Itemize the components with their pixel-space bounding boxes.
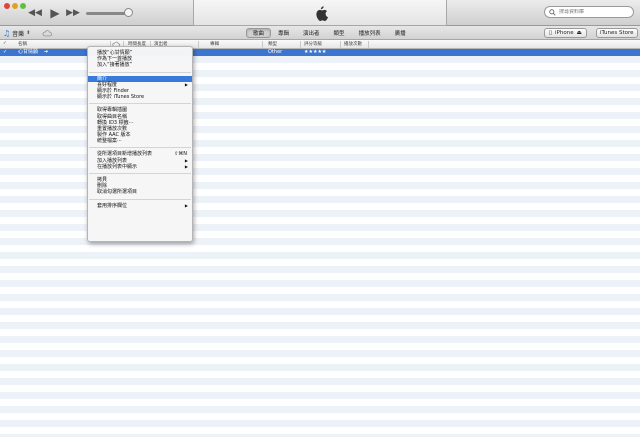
menu-item-label: 取得專輯插圖 [97, 107, 128, 114]
window-zoom-button[interactable] [20, 3, 26, 9]
menu-item-show-in-itunes-store[interactable]: 顯示於 iTunes Store [88, 94, 192, 100]
play-button[interactable]: ▶ [48, 6, 62, 20]
window-close-button[interactable] [4, 3, 10, 9]
menu-item-label: 顯示於 iTunes Store [97, 94, 145, 101]
checkmark-column-icon[interactable]: ✓ [3, 41, 7, 46]
song-genre: Other [268, 49, 283, 55]
context-menu: 播放“心甘情願” 作為下一首播放 加入“接著播放” 簡介 喜好程度 ▶ 顯示於 F… [87, 46, 193, 242]
submenu-arrow-icon: ▶ [184, 163, 188, 169]
iphone-device-button[interactable]: ▯ iPhone ⏏ [544, 28, 587, 38]
volume-slider-knob[interactable] [124, 8, 133, 17]
status-display [193, 0, 447, 26]
icloud-icon[interactable] [42, 29, 52, 37]
tab-songs[interactable]: 歌曲 [246, 28, 272, 38]
player-toolbar: ◀◀ ▶ ▶▶ [0, 0, 640, 26]
tab-radio[interactable]: 廣播 [388, 28, 413, 38]
column-divider [368, 41, 369, 48]
column-divider [300, 41, 301, 48]
search-field[interactable] [544, 6, 634, 18]
play-icon: ▶ [50, 6, 60, 20]
tab-genres[interactable]: 類型 [327, 28, 352, 38]
tab-playlists[interactable]: 播放列表 [352, 28, 388, 38]
column-header-album[interactable]: 專輯 [210, 41, 219, 47]
next-track-button[interactable]: ▶▶ [66, 6, 80, 20]
menu-item-label: 從所選項目新增播放列表 [97, 151, 153, 158]
apple-icon [316, 6, 328, 21]
menu-item-label: 轉換 ID3 標籤⋯ [97, 119, 134, 126]
view-tabs: 歌曲 專輯 演出者 類型 播放列表 廣播 [246, 28, 413, 38]
menu-item-show-in-playlist[interactable]: 在播放列表中顯示 ▶ [88, 164, 192, 170]
search-input[interactable] [559, 9, 631, 15]
menu-item-label: 取消勾選所選項目 [97, 189, 138, 196]
column-header-plays[interactable]: 播放次數 [344, 41, 362, 47]
menu-separator [89, 147, 191, 149]
column-divider [340, 41, 341, 48]
column-header-name[interactable]: 名稱 [18, 41, 27, 47]
eject-icon[interactable]: ⏏ [577, 30, 582, 36]
chevron-updown-icon: ⬍ [26, 30, 31, 36]
menu-separator [89, 173, 191, 174]
media-type-picker[interactable]: ♫ 音樂 ⬍ [3, 28, 30, 38]
device-label: iPhone [555, 30, 574, 36]
submenu-arrow-icon: ▶ [184, 202, 188, 208]
menu-item-uncheck-selection[interactable]: 取消勾選所選項目 [88, 189, 192, 195]
menu-item-consolidate-files[interactable]: 統整檔案⋯ [88, 138, 192, 144]
menu-item-label: 加入播放列表 [97, 157, 128, 164]
menu-item-label: 喜好程度 [97, 81, 118, 88]
menu-item-apply-sort-field[interactable]: 套用排序欄位 ▶ [88, 203, 192, 209]
checkbox-checked-icon[interactable]: ✓ [3, 49, 7, 56]
itunes-store-button[interactable]: iTunes Store [596, 28, 638, 38]
menu-item-label: 套用排序欄位 [97, 202, 128, 209]
media-type-label: 音樂 [12, 30, 25, 38]
window-minimize-button[interactable] [12, 3, 18, 9]
menu-separator [89, 71, 191, 73]
rewind-icon: ◀◀ [28, 8, 42, 18]
song-title: 心甘情願 [18, 49, 39, 55]
menu-item-label: 加入“接著播放” [97, 62, 133, 69]
tab-artists[interactable]: 演出者 [296, 28, 327, 38]
menu-item-label: 統整檔案⋯ [97, 138, 123, 145]
previous-track-button[interactable]: ◀◀ [28, 6, 42, 20]
menu-separator [89, 103, 191, 105]
menu-separator [89, 198, 191, 200]
menu-item-label: 重置播放次數 [97, 125, 128, 132]
column-header-rating[interactable]: 評分等級 [304, 41, 322, 47]
menu-item-add-up-next[interactable]: 加入“接著播放” [88, 62, 192, 68]
column-divider [262, 41, 263, 48]
music-note-icon: ♫ [3, 28, 11, 38]
menu-item-label: 簡介 [97, 75, 108, 82]
iphone-icon: ▯ [549, 30, 553, 36]
search-icon [549, 8, 556, 16]
column-header-genre[interactable]: 類型 [268, 41, 277, 47]
go-arrow-icon[interactable]: ➔ [44, 49, 48, 56]
song-rating[interactable]: ★★★★★ [304, 49, 326, 56]
menu-item-label: 在播放列表中顯示 [97, 163, 138, 170]
menu-item-label: 取得曲目名稱 [97, 113, 128, 120]
navigation-bar: ♫ 音樂 ⬍ 歌曲 專輯 演出者 類型 播放列表 廣播 ▯ iPhone ⏏ i… [0, 26, 640, 40]
tab-albums[interactable]: 專輯 [271, 28, 296, 38]
fast-forward-icon: ▶▶ [66, 8, 80, 18]
column-divider [198, 41, 199, 48]
